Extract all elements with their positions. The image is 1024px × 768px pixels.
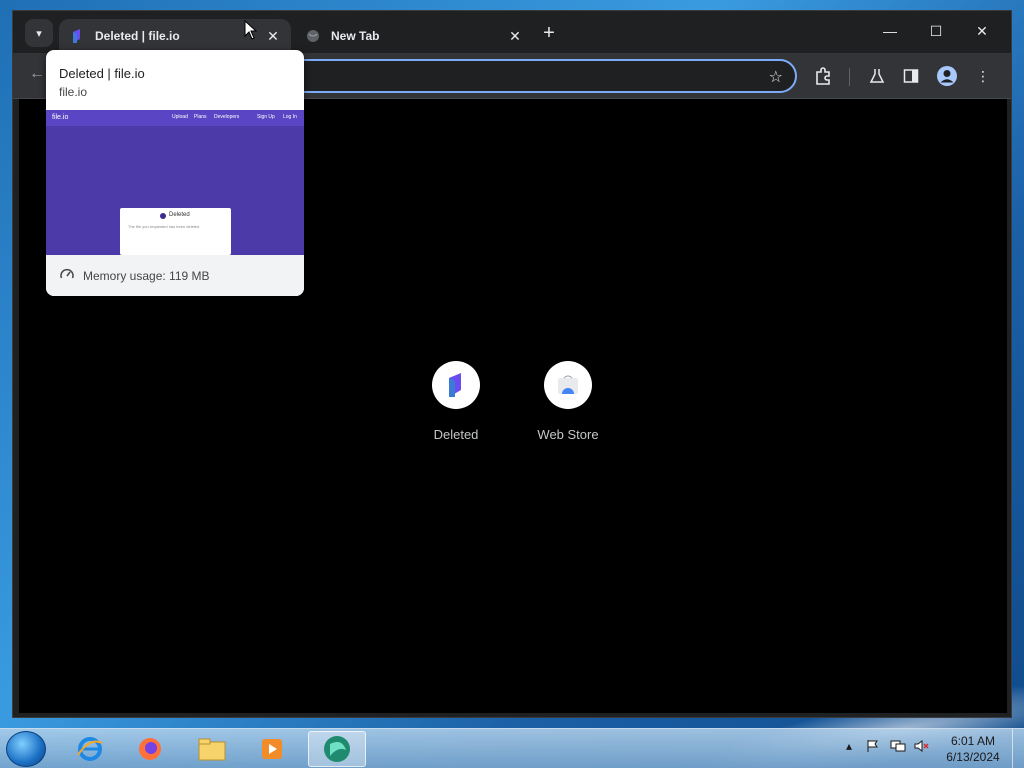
show-hidden-icons-icon[interactable]: ▴ <box>846 739 852 753</box>
thumbnail-card-dot-icon <box>160 213 166 219</box>
file-explorer-icon[interactable] <box>186 731 238 767</box>
thumbnail-nav-item: Upload <box>172 114 188 120</box>
close-tab-icon[interactable]: ✕ <box>507 28 523 44</box>
thumbnail-nav-item: Sign Up <box>257 114 275 120</box>
bookmark-star-icon[interactable]: ☆ <box>769 67 783 87</box>
close-window-button[interactable]: ✕ <box>959 17 1005 45</box>
hover-card-thumbnail: file.io Upload Plans Developers Sign Up … <box>46 110 304 255</box>
profile-avatar-icon[interactable] <box>935 64 959 88</box>
action-center-flag-icon[interactable] <box>866 739 880 756</box>
mouse-cursor-icon <box>244 20 258 40</box>
clock-date: 6/13/2024 <box>946 750 1000 764</box>
network-icon[interactable] <box>890 739 906 756</box>
toolbar-divider <box>849 68 850 86</box>
tab-new-tab[interactable]: New Tab ✕ <box>295 19 533 53</box>
memory-gauge-icon <box>60 268 74 279</box>
shortcut-deleted[interactable]: Deleted <box>408 361 504 442</box>
shortcut-label: Web Store <box>537 427 599 442</box>
web-store-icon <box>544 361 592 409</box>
system-clock[interactable]: 6:01 AM 6/13/2024 <box>938 733 1008 765</box>
file-io-favicon-icon <box>69 28 85 44</box>
shortcut-web-store[interactable]: Web Store <box>520 361 616 442</box>
tab-search-button[interactable]: ▾ <box>25 19 53 47</box>
start-button[interactable] <box>6 731 46 767</box>
thumbnail-nav-item: Plans <box>194 114 207 120</box>
shortcut-label: Deleted <box>433 427 479 442</box>
volume-muted-icon[interactable] <box>914 739 930 756</box>
browser-icon[interactable] <box>308 731 366 767</box>
thumbnail-logo: file.io <box>52 114 69 121</box>
labs-flask-icon[interactable] <box>865 64 889 88</box>
minimize-button[interactable]: — <box>867 17 913 45</box>
file-io-icon <box>432 361 480 409</box>
clock-time: 6:01 AM <box>950 734 996 748</box>
close-tab-icon[interactable]: ✕ <box>265 28 281 44</box>
firefox-icon[interactable] <box>124 731 176 767</box>
memory-usage-text: Memory usage: 119 MB <box>83 269 210 283</box>
show-desktop-button[interactable] <box>1012 729 1024 768</box>
thumbnail-card-title: Deleted <box>169 212 190 218</box>
tab-hover-card: Deleted | file.io file.io file.io Upload… <box>46 50 304 296</box>
hover-card-footer: Memory usage: 119 MB <box>46 255 304 296</box>
tab-title: New Tab <box>331 29 380 43</box>
menu-kebab-icon[interactable]: ⋮ <box>971 64 995 88</box>
thumbnail-card-text: The file you requested has been deleted <box>128 224 200 229</box>
thumbnail-deleted-card: Deleted The file you requested has been … <box>120 208 231 255</box>
taskbar: ▴ 6:01 AM 6/13/2024 <box>0 728 1024 768</box>
tab-title: Deleted | file.io <box>95 29 180 43</box>
extensions-puzzle-icon[interactable] <box>811 64 835 88</box>
title-bar: ▾ Deleted | file.io ✕ New Tab ✕ + — ☐ ✕ <box>13 11 1011 53</box>
thumbnail-nav-item: Log In <box>283 114 297 120</box>
new-tab-button[interactable]: + <box>537 21 561 45</box>
thumbnail-nav-item: Developers <box>214 114 240 120</box>
maximize-button[interactable]: ☐ <box>913 17 959 45</box>
back-arrow-icon[interactable]: ← <box>29 65 45 83</box>
side-panel-icon[interactable] <box>899 64 923 88</box>
globe-icon <box>305 28 321 44</box>
chevron-down-icon: ▾ <box>36 27 42 40</box>
internet-explorer-icon[interactable] <box>64 731 116 767</box>
media-player-icon[interactable] <box>246 731 298 767</box>
hover-card-title: Deleted | file.io <box>59 66 145 81</box>
hover-card-domain: file.io <box>59 85 88 99</box>
